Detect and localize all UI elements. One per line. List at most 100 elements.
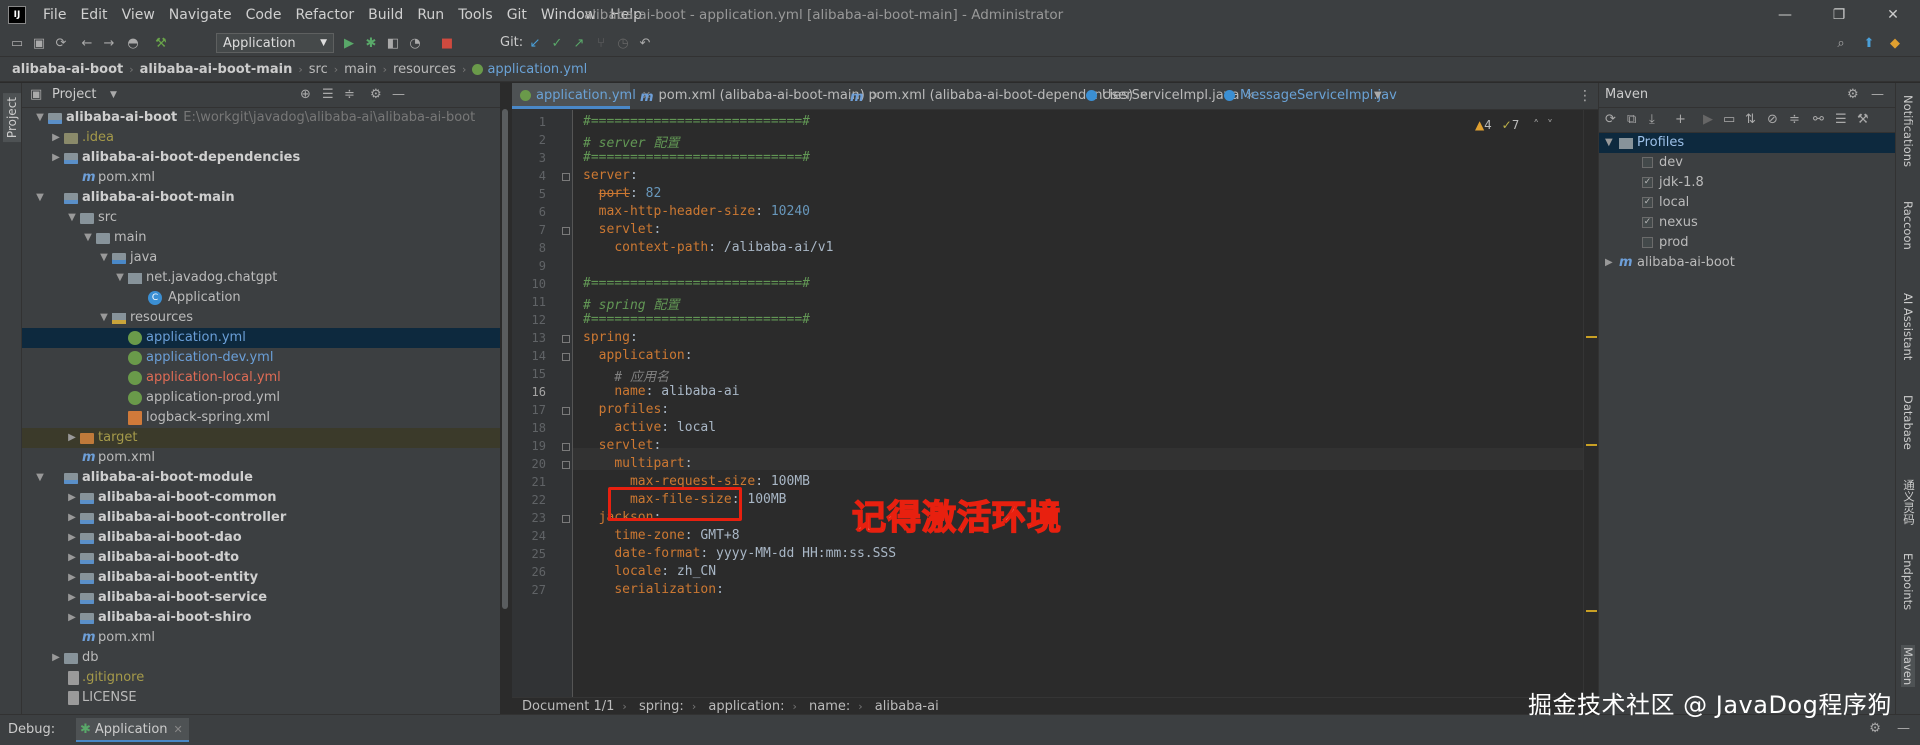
chevron-right-icon[interactable]: ▶ [50, 128, 62, 148]
ai-assistant-tool-button[interactable]: AI Assistant [1901, 293, 1915, 360]
chevron-down-icon[interactable]: ▼ [98, 308, 110, 328]
raccoon-tool-button[interactable]: Raccoon [1901, 201, 1915, 250]
breadcrumb-item[interactable]: main [344, 62, 376, 77]
chevron-right-icon[interactable]: ▶ [50, 648, 62, 668]
warning-marker[interactable] [1586, 444, 1597, 446]
profile-checkbox-local[interactable]: ✓ [1642, 197, 1653, 208]
gear-icon[interactable]: ⚙ [1869, 721, 1881, 736]
more-tabs-icon[interactable]: ⋮ [1578, 83, 1592, 109]
tab-message-service-impl[interactable]: MessageServiceImpl.jav [1224, 83, 1397, 109]
tree-item[interactable]: logback-spring.xml [22, 408, 500, 428]
tree-item[interactable]: ▶ alibaba-ai-boot-dao [22, 528, 500, 548]
fold-marker-icon[interactable] [562, 335, 570, 343]
maven-profile-row[interactable]: ✓ jdk-1.8 [1599, 173, 1896, 193]
search-icon[interactable]: ⌕ [1832, 34, 1850, 52]
tree-item[interactable]: .gitignore [22, 668, 500, 688]
chevron-right-icon[interactable]: ▶ [66, 548, 78, 568]
execute-goal-icon[interactable]: ▭ [1723, 112, 1735, 127]
chevron-right-icon[interactable]: ▶ [66, 608, 78, 628]
jetbrains-logo-icon[interactable]: ◆ [1886, 34, 1904, 52]
add-icon[interactable]: + [1675, 112, 1686, 127]
git-rollback-icon[interactable]: ↶ [636, 34, 654, 52]
download-icon[interactable]: ⤓ [1649, 112, 1655, 127]
tree-item[interactable]: ▶ db [22, 648, 500, 668]
tree-item[interactable]: ▼ alibaba-ai-boot-main [22, 188, 500, 208]
tree-item[interactable]: ▼ net.javadog.chatgpt [22, 268, 500, 288]
restore-icon[interactable]: ❐ [1812, 0, 1866, 30]
chevron-right-icon[interactable]: ▶ [66, 508, 78, 528]
notifications-tool-button[interactable]: Notifications [1901, 95, 1915, 167]
profile-checkbox-nexus[interactable]: ✓ [1642, 217, 1653, 228]
maven-profile-row[interactable]: dev [1599, 153, 1896, 173]
tab-application-yml[interactable]: application.yml ✕ [512, 83, 651, 109]
breadcrumb-item[interactable]: application.yml [487, 62, 587, 77]
tree-item[interactable]: application-dev.yml [22, 348, 500, 368]
scrollbar-thumb[interactable] [502, 109, 508, 609]
chevron-down-icon[interactable]: ▼ [110, 90, 117, 100]
tree-item[interactable]: ▼ resources [22, 308, 500, 328]
chevron-right-icon[interactable]: ▶ [66, 488, 78, 508]
save-icon[interactable]: ▣ [30, 34, 48, 52]
tree-item-selected[interactable]: application.yml [22, 328, 500, 348]
back-icon[interactable]: ← [78, 34, 96, 52]
tree-item[interactable]: m pom.xml [22, 168, 500, 188]
profile-checkbox-dev[interactable] [1642, 157, 1653, 168]
build-hammer-icon[interactable]: ⚒ [152, 34, 170, 52]
hide-panel-icon[interactable]: — [392, 87, 405, 102]
endpoints-tool-button[interactable]: Endpoints [1901, 553, 1915, 610]
git-branch-icon[interactable]: ⑂ [592, 34, 610, 52]
tree-item[interactable]: ▶ alibaba-ai-boot-dto [22, 548, 500, 568]
git-push-icon[interactable]: ↗ [570, 34, 588, 52]
structure-crumb-item[interactable]: Document 1/1 [522, 699, 614, 714]
fold-marker-icon[interactable] [562, 353, 570, 361]
chevron-right-icon[interactable]: ▶ [1605, 253, 1613, 273]
profile-icon[interactable]: ◔ [406, 34, 424, 52]
menu-file[interactable]: File [43, 7, 66, 23]
gear-icon[interactable]: ⚙ [1847, 87, 1859, 102]
maven-profiles-node[interactable]: ▼ Profiles [1599, 133, 1896, 153]
profile-checkbox-jdk[interactable]: ✓ [1642, 177, 1653, 188]
fold-marker-icon[interactable] [562, 515, 570, 523]
debug-session-tab[interactable]: ✱ Application ✕ [76, 718, 189, 742]
open-folder-icon[interactable]: ▭ [8, 34, 26, 52]
user-icon[interactable]: ◓ [124, 34, 142, 52]
project-scrollbar[interactable] [500, 83, 510, 713]
menu-refactor[interactable]: Refactor [295, 7, 354, 23]
tree-item[interactable]: application-local.yml [22, 368, 500, 388]
reload-icon[interactable]: ⟳ [1605, 112, 1616, 127]
collapse-all-icon[interactable]: ≑ [1789, 112, 1800, 127]
tree-item[interactable]: ▼ java [22, 248, 500, 268]
profile-checkbox-prod[interactable] [1642, 237, 1653, 248]
fold-marker-icon[interactable] [562, 461, 570, 469]
breadcrumb-item[interactable]: resources [393, 62, 456, 77]
fold-marker-icon[interactable] [562, 227, 570, 235]
maven-project-node[interactable]: ▶ m alibaba-ai-boot [1599, 253, 1896, 273]
tree-item[interactable]: ▼ main [22, 228, 500, 248]
maven-profile-row[interactable]: prod [1599, 233, 1896, 253]
chevron-down-icon[interactable]: ▼ [66, 208, 78, 228]
fold-marker-icon[interactable] [562, 443, 570, 451]
tree-item[interactable]: C Application [22, 288, 500, 308]
chevron-down-icon[interactable]: ▼ [98, 248, 110, 268]
wrench-icon[interactable]: ⚒ [1857, 112, 1869, 127]
run-icon[interactable]: ▶ [340, 34, 358, 52]
collapse-all-icon[interactable]: ≑ [344, 87, 355, 102]
chevron-right-icon[interactable]: ▶ [50, 148, 62, 168]
ide-update-icon[interactable]: ⬆ [1860, 34, 1878, 52]
coverage-icon[interactable]: ◧ [384, 34, 402, 52]
menu-code[interactable]: Code [246, 7, 282, 23]
maven-tool-button[interactable]: Maven [1901, 645, 1915, 688]
tree-item[interactable]: ▶ .idea [22, 128, 500, 148]
toggle-offline-icon[interactable]: ⇅ [1745, 112, 1756, 127]
fold-marker-icon[interactable] [562, 407, 570, 415]
chevron-right-icon[interactable]: ▶ [66, 588, 78, 608]
chevron-down-icon[interactable]: ▼ [34, 468, 46, 488]
git-history-icon[interactable]: ◷ [614, 34, 632, 52]
close-tab-icon[interactable]: ✕ [174, 723, 183, 736]
menu-tools[interactable]: Tools [458, 7, 493, 23]
tree-item[interactable]: m pom.xml [22, 628, 500, 648]
tree-item[interactable]: LICENSE [22, 688, 500, 708]
warning-marker[interactable] [1586, 336, 1597, 338]
tongyi-tool-button[interactable]: 通义灵码 [1901, 479, 1917, 525]
analyze-icon[interactable]: ☰ [1835, 112, 1847, 127]
